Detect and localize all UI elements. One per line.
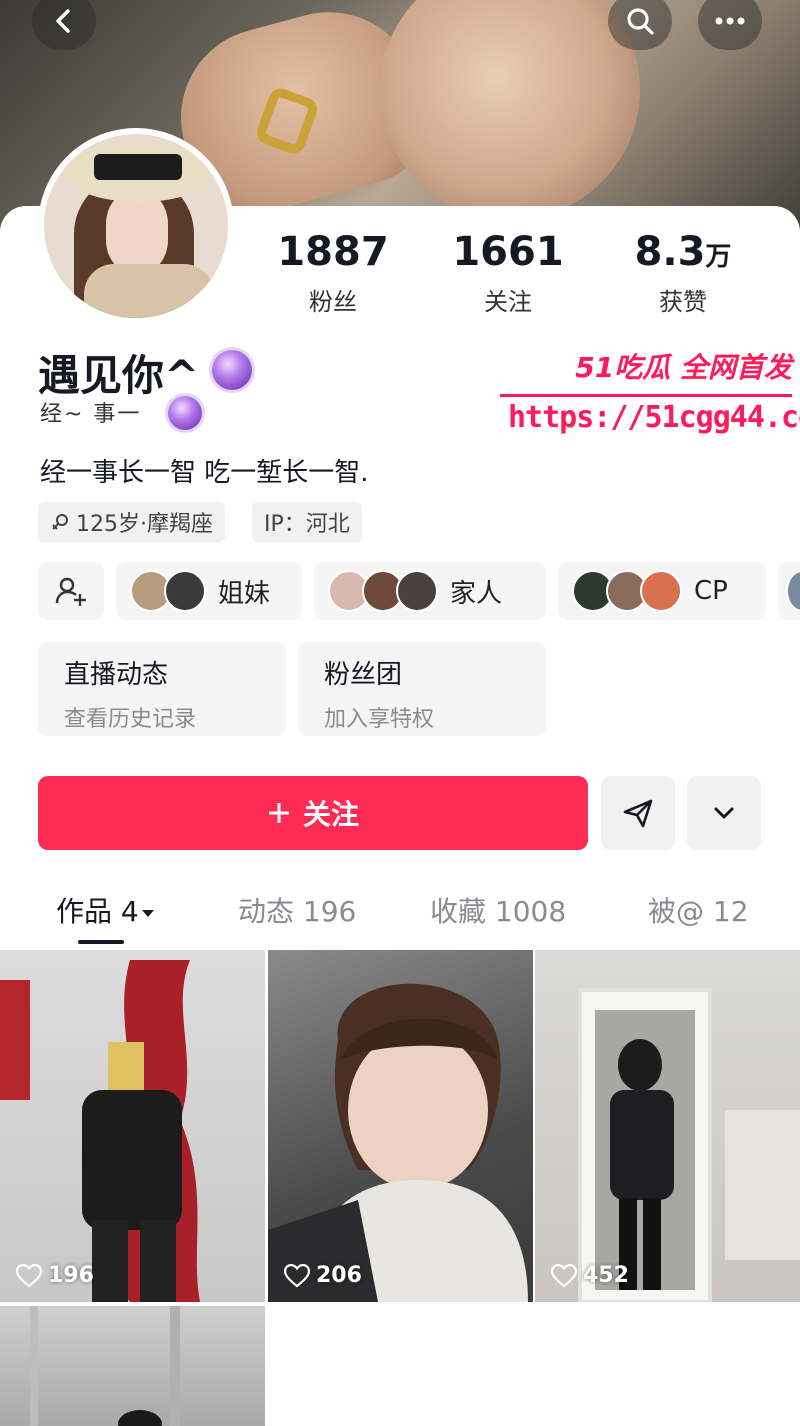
active-tab-indicator	[78, 940, 124, 944]
caret-down-icon	[141, 910, 154, 917]
username: 遇见你^	[38, 351, 200, 400]
watermark-divider	[500, 394, 792, 397]
tag-age-zodiac-text: 125岁·摩羯座	[76, 512, 213, 537]
group-family[interactable]: 家人	[314, 562, 546, 620]
group-cp-label: CP	[694, 576, 728, 606]
tab-activity[interactable]: 动态 196	[238, 890, 356, 930]
tab-mentions[interactable]: 被@ 12	[648, 890, 749, 930]
message-button[interactable]	[601, 776, 675, 850]
watermark-url: https://51cgg44.com	[508, 400, 800, 435]
search-icon	[627, 8, 654, 35]
group-cp[interactable]: CP	[558, 562, 766, 620]
stat-following[interactable]: 1661 关注	[433, 232, 583, 317]
plus-icon	[268, 803, 289, 823]
tab-works[interactable]: 作品 4	[56, 890, 157, 930]
member-avatar	[786, 570, 800, 612]
video-tile[interactable]: 196	[0, 950, 265, 1302]
avatar[interactable]	[38, 128, 234, 324]
more-horizontal-icon	[715, 17, 745, 25]
heart-icon	[551, 1263, 577, 1287]
stat-followers-label: 粉丝	[309, 288, 357, 316]
female-icon	[52, 514, 68, 530]
video-likes: 452	[551, 1263, 629, 1288]
member-avatar	[640, 570, 682, 612]
stat-likes-value: 8.3万	[634, 229, 732, 275]
stat-following-value: 1661	[452, 229, 564, 275]
stat-followers-value: 1887	[277, 229, 389, 275]
group-more[interactable]	[778, 562, 800, 620]
watermark-title: 51吃瓜 全网首发	[575, 351, 792, 384]
tag-age-zodiac: 125岁·摩羯座	[38, 502, 225, 542]
watermark: 51吃瓜 全网首发 https://51cgg44.com	[500, 342, 800, 446]
chevron-left-icon	[56, 9, 70, 33]
video-tile[interactable]	[0, 1306, 265, 1426]
group-family-label: 家人	[450, 578, 503, 609]
live-history-title: 直播动态	[64, 660, 169, 690]
gem-badge-icon[interactable]	[168, 396, 202, 430]
tab-favorites[interactable]: 收藏 1008	[430, 890, 566, 930]
stat-followers[interactable]: 1887 粉丝	[258, 232, 408, 317]
back-button[interactable]	[32, 0, 96, 50]
bio: 经一事长一智 吃一堑长一智.	[40, 458, 369, 488]
live-history-card[interactable]: 直播动态 查看历史记录	[38, 642, 286, 736]
video-tile[interactable]: 206	[268, 950, 533, 1302]
video-thumbnail	[0, 960, 200, 1302]
stat-likes[interactable]: 8.3万 获赞	[608, 232, 758, 317]
stat-following-label: 关注	[484, 288, 532, 316]
send-icon	[623, 799, 653, 828]
video-thumbnail	[30, 1306, 180, 1426]
heart-icon	[284, 1263, 310, 1287]
add-user-icon	[55, 577, 86, 606]
chevron-down-icon	[714, 807, 734, 819]
heart-icon	[16, 1263, 42, 1287]
member-avatar	[396, 570, 438, 612]
video-tile[interactable]: 452	[535, 950, 800, 1302]
tag-ip-text: IP：河北	[264, 512, 350, 537]
content-tabs: 作品 4 动态 196 收藏 1008 被@ 12	[0, 880, 800, 946]
gem-badge-icon[interactable]	[212, 350, 252, 390]
video-thumbnail	[268, 983, 528, 1302]
fan-club-title: 粉丝团	[324, 660, 403, 690]
follow-label: 关注	[302, 798, 359, 831]
group-row: 姐妹 家人 CP	[38, 562, 800, 620]
member-avatar	[164, 570, 206, 612]
more-button[interactable]	[698, 0, 762, 50]
expand-button[interactable]	[687, 776, 761, 850]
follow-button[interactable]: 关注	[38, 776, 588, 850]
tag-ip: IP：河北	[252, 502, 362, 542]
video-likes: 196	[16, 1263, 94, 1288]
sub-name: 经~ 事一	[40, 402, 142, 427]
add-friend-button[interactable]	[38, 562, 104, 620]
fan-club-card[interactable]: 粉丝团 加入享特权	[298, 642, 546, 736]
video-thumbnail	[578, 988, 800, 1302]
group-sisters[interactable]: 姐妹	[116, 562, 302, 620]
live-history-subtitle: 查看历史记录	[64, 707, 197, 732]
group-sisters-label: 姐妹	[218, 578, 271, 609]
search-button[interactable]	[608, 0, 672, 50]
fan-club-subtitle: 加入享特权	[324, 707, 435, 732]
video-likes: 206	[284, 1263, 362, 1288]
stat-likes-label: 获赞	[659, 288, 707, 316]
